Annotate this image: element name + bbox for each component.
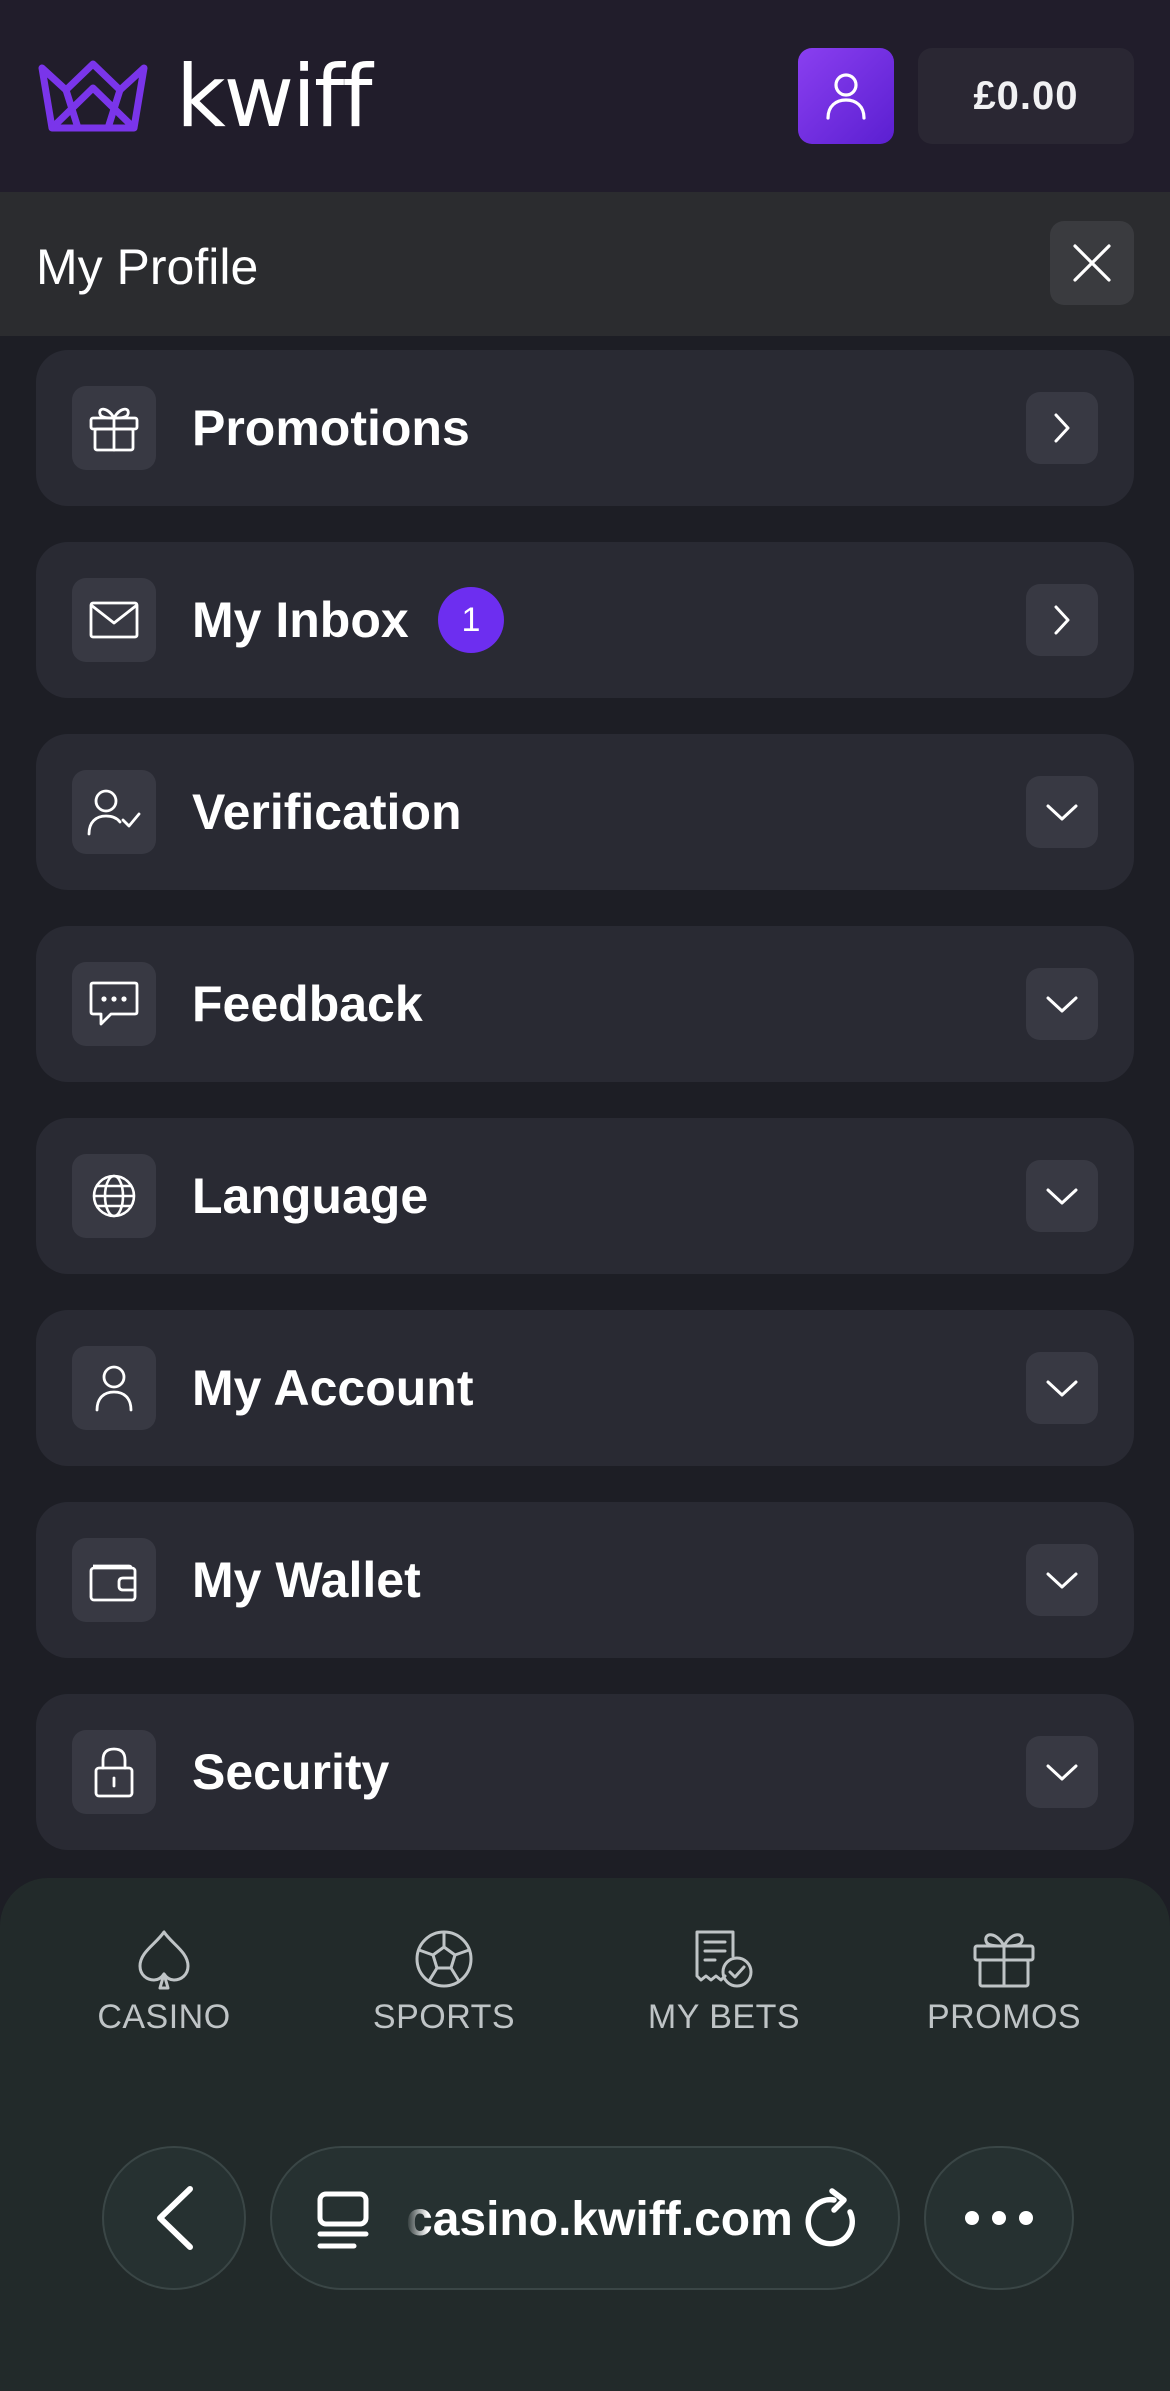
logo-text: kwiff	[176, 47, 373, 147]
menu-icon-box	[72, 1346, 156, 1430]
chevron-down-icon	[1046, 996, 1078, 1013]
expand-button[interactable]	[1026, 1352, 1098, 1424]
profile-button[interactable]	[798, 48, 894, 144]
menu-item-label: Feedback	[192, 976, 423, 1032]
menu-item-promotions[interactable]: Promotions	[36, 350, 1134, 506]
profile-titlebar: My Profile	[0, 192, 1170, 336]
url-text: casino.kwiff.com	[406, 2193, 793, 2246]
chevron-down-icon	[1046, 1188, 1078, 1205]
menu-item-label: Language	[192, 1168, 429, 1224]
chevron-down-icon	[1046, 1380, 1078, 1397]
browser-toolbar: casino.kwiff.com	[0, 2078, 1170, 2391]
nav-label: SPORTS	[372, 1998, 516, 2036]
reload-icon[interactable]	[804, 2188, 860, 2250]
tabs-icon	[317, 2191, 369, 2249]
gift-icon	[973, 1933, 1035, 1988]
chevron-down-icon	[1046, 804, 1078, 821]
menu-item-my-inbox[interactable]: My Inbox 1	[36, 542, 1134, 698]
menu-item-label: Promotions	[192, 400, 470, 456]
menu-icon-box	[72, 962, 156, 1046]
expand-button[interactable]	[1026, 392, 1098, 464]
more-dots-icon	[965, 2211, 1033, 2225]
balance-button[interactable]: £0.00	[918, 48, 1134, 144]
menu-item-label: My Account	[192, 1360, 474, 1416]
close-icon	[1073, 244, 1111, 282]
close-button[interactable]	[1050, 221, 1134, 305]
gift-icon	[89, 407, 139, 452]
app-header: kwiff £0.00	[0, 0, 1170, 192]
user-icon	[826, 73, 866, 120]
chevron-left-icon	[157, 2186, 193, 2250]
lock-icon	[94, 1747, 134, 1798]
nav-label: CASINO	[97, 1998, 231, 2036]
wallet-icon	[89, 1564, 137, 1602]
betslip-icon	[695, 1930, 753, 1988]
crown-icon	[38, 60, 148, 132]
expand-button[interactable]	[1026, 1160, 1098, 1232]
menu-icon-box	[72, 578, 156, 662]
menu-icon-box	[72, 386, 156, 470]
menu-icon-box	[72, 1154, 156, 1238]
menu-item-label: Verification	[192, 784, 462, 840]
menu-icon-box	[72, 770, 156, 854]
globe-icon	[92, 1174, 136, 1218]
menu-item-my-account[interactable]: My Account	[36, 1310, 1134, 1466]
spade-icon	[138, 1930, 190, 1990]
user-check-icon	[87, 789, 141, 836]
menu-item-verification[interactable]: Verification	[36, 734, 1134, 890]
more-options-button[interactable]	[924, 2146, 1074, 2290]
nav-item-promos[interactable]: PROMOS	[874, 1928, 1134, 2037]
expand-button[interactable]	[1026, 1736, 1098, 1808]
chevron-down-icon	[1046, 1572, 1078, 1589]
nav-label: MY BETS	[647, 1998, 801, 2036]
nav-item-casino[interactable]: CASINO	[34, 1928, 294, 2037]
menu-item-label: My Wallet	[192, 1552, 421, 1608]
bottom-navigation: CASINO SPORTS MY BETS PROMOS	[0, 1878, 1170, 2078]
menu-item-feedback[interactable]: Feedback	[36, 926, 1134, 1082]
nav-label: PROMOS	[926, 1998, 1082, 2036]
chat-bubble-icon	[89, 981, 139, 1026]
page-title: My Profile	[36, 239, 259, 295]
address-bar[interactable]: casino.kwiff.com	[270, 2146, 900, 2290]
user-icon	[95, 1365, 133, 1412]
unread-count-badge: 1	[438, 587, 504, 653]
nav-item-my-bets[interactable]: MY BETS	[594, 1928, 854, 2037]
chevron-right-icon	[1054, 605, 1070, 635]
menu-item-language[interactable]: Language	[36, 1118, 1134, 1274]
menu-item-label: My Inbox	[192, 592, 409, 648]
menu-icon-box	[72, 1538, 156, 1622]
kwiff-logo[interactable]: kwiff	[36, 54, 373, 140]
expand-button[interactable]	[1026, 1544, 1098, 1616]
expand-button[interactable]	[1026, 968, 1098, 1040]
menu-icon-box	[72, 1730, 156, 1814]
expand-button[interactable]	[1026, 584, 1098, 656]
back-button[interactable]	[102, 2146, 246, 2290]
football-icon	[415, 1930, 473, 1988]
profile-menu: Promotions My Inbox 1 Verification Feedb…	[36, 350, 1134, 1886]
chevron-right-icon	[1054, 413, 1070, 443]
expand-button[interactable]	[1026, 776, 1098, 848]
menu-item-security[interactable]: Security	[36, 1694, 1134, 1850]
menu-item-my-wallet[interactable]: My Wallet	[36, 1502, 1134, 1658]
mail-icon	[89, 601, 139, 639]
nav-item-sports[interactable]: SPORTS	[314, 1928, 574, 2037]
chevron-down-icon	[1046, 1764, 1078, 1781]
menu-item-label: Security	[192, 1744, 390, 1800]
